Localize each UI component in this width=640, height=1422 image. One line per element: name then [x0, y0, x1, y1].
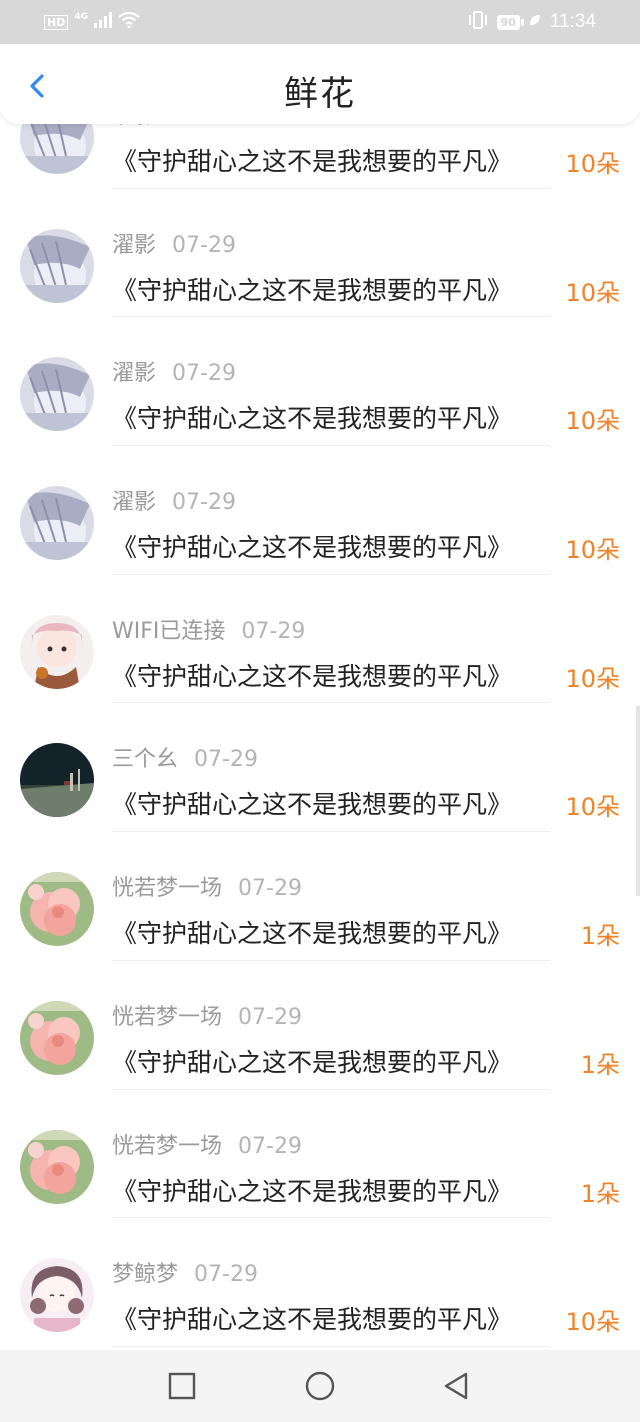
username[interactable]: WIFI已连接	[112, 619, 225, 644]
avatar[interactable]	[20, 743, 94, 818]
avatar[interactable]	[20, 228, 94, 303]
record-meta: 濯影 07-29	[112, 227, 236, 259]
battery-icon: 90	[496, 14, 525, 30]
flower-amount: 10朵	[565, 278, 620, 307]
avatar[interactable]	[20, 1258, 94, 1333]
leaf-icon	[528, 13, 542, 31]
username[interactable]: 濯影	[112, 124, 156, 129]
username[interactable]: 三个幺	[112, 747, 178, 772]
wifi-icon	[118, 11, 140, 32]
flower-record-row[interactable]: 恍若梦一场 07-29 《守护甜心之这不是我想要的平凡》 1朵	[0, 832, 640, 961]
username[interactable]: 濯影	[112, 490, 156, 515]
book-title[interactable]: 《守护甜心之这不是我想要的平凡》	[112, 914, 542, 950]
flower-record-row[interactable]: 濯影 07-29 《守护甜心之这不是我想要的平凡》 10朵	[0, 124, 640, 189]
record-meta: 梦鲸梦 07-29	[112, 1256, 258, 1288]
username[interactable]: 恍若梦一场	[112, 1005, 222, 1030]
avatar[interactable]	[20, 357, 94, 432]
book-title[interactable]: 《守护甜心之这不是我想要的平凡》	[112, 528, 542, 564]
username[interactable]: 濯影	[112, 233, 156, 258]
book-title[interactable]: 《守护甜心之这不是我想要的平凡》	[112, 1043, 542, 1079]
scrollbar[interactable]	[636, 706, 640, 896]
signal-icon	[94, 12, 112, 32]
flower-record-row[interactable]: 濯影 07-29 《守护甜心之这不是我想要的平凡》 10朵	[0, 317, 640, 447]
record-date: 07-29	[194, 1262, 258, 1288]
username[interactable]: 恍若梦一场	[112, 876, 222, 901]
triangle-back-icon	[444, 1372, 468, 1400]
record-date: 07-29	[172, 124, 236, 129]
avatar[interactable]	[20, 872, 94, 947]
record-meta: 三个幺 07-29	[112, 741, 258, 773]
record-date: 07-29	[172, 361, 236, 387]
record-date: 07-29	[172, 490, 236, 516]
network-type: 4G	[74, 12, 88, 22]
record-meta: 恍若梦一场 07-29	[112, 870, 302, 902]
avatar[interactable]	[20, 486, 94, 561]
flower-record-list[interactable]: 濯影07-29《守护甜心之这不是我想要的平凡》10朵濯影07-29《守护甜心之这…	[0, 124, 640, 1350]
status-right: 90 11:34	[467, 10, 596, 34]
flower-record-row[interactable]: 恍若梦一场 07-29 《守护甜心之这不是我想要的平凡》 1朵	[0, 961, 640, 1090]
record-meta: 濯影 07-29	[112, 484, 236, 516]
book-title[interactable]: 《守护甜心之这不是我想要的平凡》	[112, 271, 542, 307]
flower-record-row[interactable]: 三个幺 07-29 《守护甜心之这不是我想要的平凡》 10朵	[0, 703, 640, 833]
book-title[interactable]: 《守护甜心之这不是我想要的平凡》	[112, 399, 542, 435]
record-date: 07-29	[238, 1004, 302, 1030]
flower-record-list-inner: 濯影07-29《守护甜心之这不是我想要的平凡》10朵濯影07-29《守护甜心之这…	[0, 124, 640, 1347]
record-meta: 濯影 07-29	[112, 124, 236, 130]
flower-amount: 10朵	[565, 1308, 620, 1337]
flower-amount: 1朵	[580, 1050, 620, 1079]
app-header: 鲜花	[0, 44, 640, 124]
record-date: 07-29	[194, 747, 258, 773]
recents-button[interactable]	[164, 1368, 200, 1404]
flower-record-row[interactable]: 濯影 07-29 《守护甜心之这不是我想要的平凡》 10朵	[0, 189, 640, 318]
record-meta: 恍若梦一场 07-29	[112, 1128, 302, 1160]
status-left: HD 4G	[44, 11, 140, 32]
circle-icon	[305, 1371, 335, 1401]
username[interactable]: 恍若梦一场	[112, 1134, 222, 1159]
system-nav-bar	[0, 1350, 640, 1422]
book-title[interactable]: 《守护甜心之这不是我想要的平凡》	[112, 1300, 542, 1336]
record-meta: WIFI已连接 07-29	[112, 613, 305, 645]
status-bar: HD 4G 90 11:34	[0, 0, 640, 44]
username[interactable]: 梦鲸梦	[112, 1262, 178, 1287]
divider	[112, 1345, 550, 1347]
book-title[interactable]: 《守护甜心之这不是我想要的平凡》	[112, 1172, 542, 1208]
hd-badge: HD	[44, 14, 69, 30]
flower-amount: 10朵	[565, 664, 620, 693]
avatar[interactable]	[20, 614, 94, 689]
avatar[interactable]	[20, 1129, 94, 1204]
flower-record-row[interactable]: 濯影 07-29 《守护甜心之这不是我想要的平凡》 10朵	[0, 446, 640, 575]
record-date: 07-29	[238, 1133, 302, 1159]
flower-record-row[interactable]: 恍若梦一场 07-29 《守护甜心之这不是我想要的平凡》 1朵	[0, 1090, 640, 1219]
flower-amount: 10朵	[565, 150, 620, 178]
page-title: 鲜花	[284, 74, 356, 114]
flower-amount: 10朵	[565, 536, 620, 565]
record-date: 07-29	[238, 876, 302, 902]
flower-amount: 10朵	[565, 793, 620, 822]
record-date: 07-29	[241, 618, 306, 644]
home-button[interactable]	[302, 1368, 338, 1404]
book-title[interactable]: 《守护甜心之这不是我想要的平凡》	[112, 142, 542, 178]
clock: 11:34	[549, 11, 596, 32]
record-meta: 恍若梦一场 07-29	[112, 999, 302, 1031]
square-icon	[168, 1372, 196, 1400]
book-title[interactable]: 《守护甜心之这不是我想要的平凡》	[112, 657, 542, 693]
flower-amount: 10朵	[565, 407, 620, 436]
system-back-button[interactable]	[438, 1368, 474, 1404]
vibrate-icon	[467, 10, 489, 34]
flower-record-row[interactable]: 梦鲸梦 07-29 《守护甜心之这不是我想要的平凡》 10朵	[0, 1218, 640, 1347]
record-meta: 濯影 07-29	[112, 355, 236, 387]
book-title[interactable]: 《守护甜心之这不是我想要的平凡》	[112, 785, 542, 821]
flower-record-row[interactable]: WIFI已连接 07-29 《守护甜心之这不是我想要的平凡》 10朵	[0, 575, 640, 704]
flower-amount: 1朵	[580, 1179, 620, 1208]
flower-amount: 1朵	[580, 922, 620, 951]
record-date: 07-29	[172, 232, 236, 258]
username[interactable]: 濯影	[112, 361, 156, 386]
avatar[interactable]	[20, 124, 94, 174]
avatar[interactable]	[20, 1000, 94, 1075]
